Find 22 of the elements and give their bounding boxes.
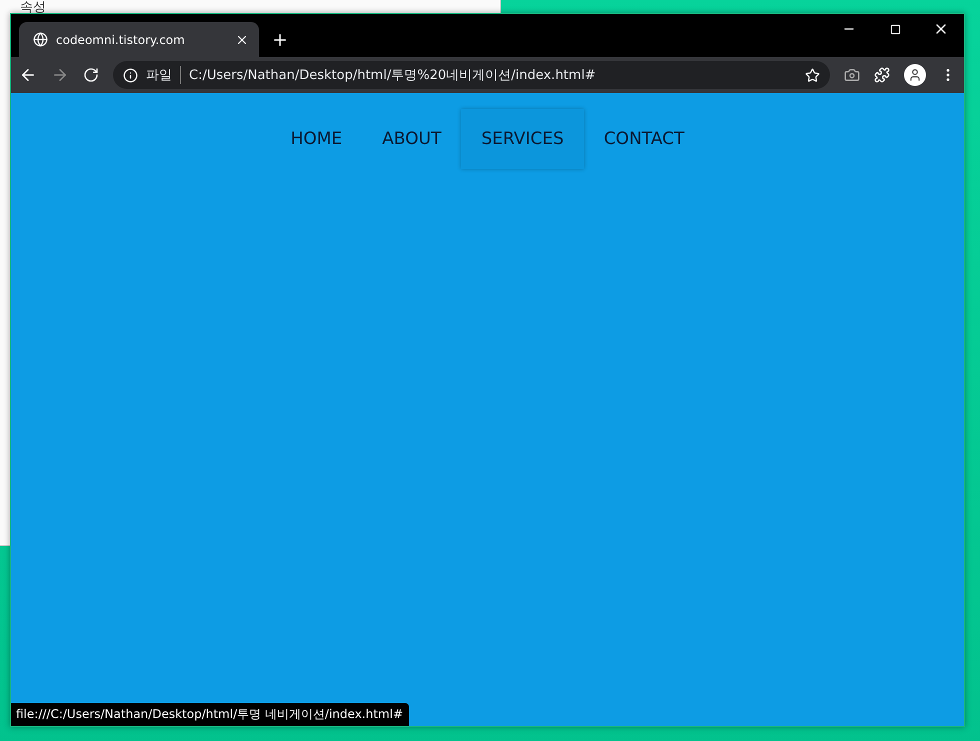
- status-bar: file:///C:/Users/Nathan/Desktop/html/투명 네비게이션/index.html#: [11, 703, 409, 726]
- nav-link[interactable]: ABOUT: [362, 109, 462, 169]
- address-bar[interactable]: 파일 C:/Users/Nathan/Desktop/html/투명%20네비게이션/index.html#: [113, 61, 830, 89]
- info-icon: [123, 68, 138, 82]
- maximize-icon[interactable]: [890, 24, 900, 34]
- nav-link[interactable]: HOME: [270, 109, 362, 169]
- nav-link[interactable]: SERVICES: [461, 109, 584, 169]
- globe-icon: [33, 32, 48, 47]
- bookmark-star-button[interactable]: [805, 68, 820, 82]
- profile-avatar[interactable]: [904, 64, 926, 86]
- puzzle-icon[interactable]: [874, 67, 890, 83]
- scheme-label: 파일: [146, 66, 181, 84]
- url-text: C:/Users/Nathan/Desktop/html/투명%20네비게이션/index.html#: [189, 67, 597, 84]
- nav-link[interactable]: CONTACT: [584, 109, 704, 169]
- window-label: 속성: [20, 0, 46, 16]
- reload-button[interactable]: [83, 67, 99, 83]
- browser-tab[interactable]: codeomni.tistory.com: [19, 22, 259, 57]
- back-button[interactable]: [19, 66, 37, 84]
- forward-button[interactable]: [51, 66, 69, 84]
- camera-icon[interactable]: [844, 67, 860, 83]
- tab-title: codeomni.tistory.com: [56, 32, 186, 46]
- new-tab-button[interactable]: [271, 31, 289, 49]
